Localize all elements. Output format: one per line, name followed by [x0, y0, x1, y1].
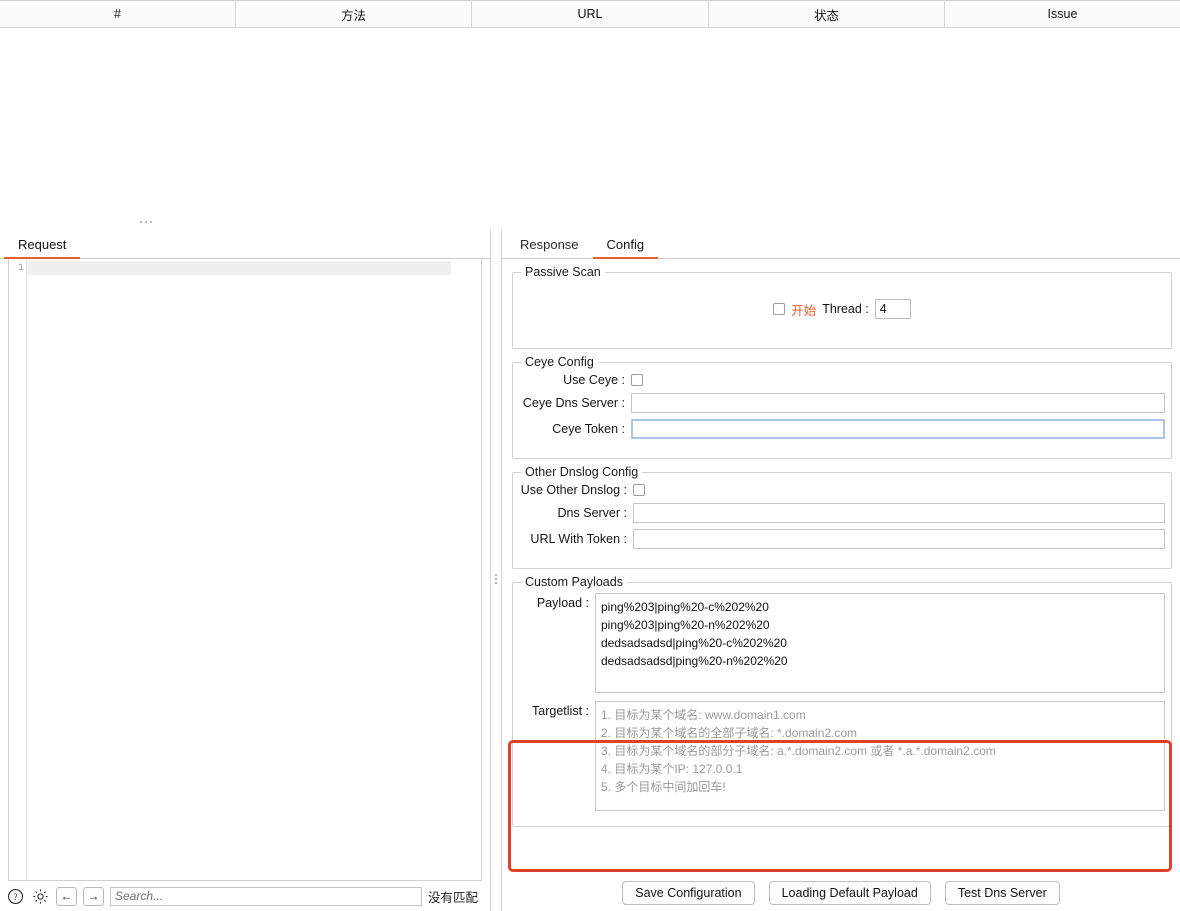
active-line-highlight	[27, 261, 451, 275]
search-prev-button[interactable]: ←	[56, 886, 77, 906]
url-with-token-input[interactable]	[633, 529, 1165, 549]
horizontal-splitter-handle[interactable]	[140, 221, 152, 223]
custom-payloads-legend: Custom Payloads	[525, 575, 623, 589]
main-split-container: Request 1 ? ← → Search... 没有匹配 Response …	[0, 221, 1180, 911]
svg-text:?: ?	[13, 893, 17, 903]
targetlist-row: Targetlist : 1. 目标为某个域名: www.domain1.com…	[519, 701, 1165, 811]
line-number: 1	[17, 262, 24, 274]
dns-server-label: Dns Server :	[557, 506, 627, 520]
request-editor[interactable]: 1	[8, 259, 482, 881]
column-header-status[interactable]: 状态	[709, 1, 945, 27]
config-action-buttons: Save Configuration Loading Default Paylo…	[502, 875, 1180, 911]
use-ceye-checkbox[interactable]	[631, 374, 643, 386]
table-body[interactable]	[0, 28, 1180, 230]
search-next-button[interactable]: →	[83, 886, 104, 906]
other-dnslog-legend: Other Dnslog Config	[525, 465, 639, 479]
thread-label: Thread :	[822, 302, 869, 316]
ceye-dns-server-input[interactable]	[631, 393, 1165, 413]
use-ceye-label: Use Ceye :	[563, 373, 625, 387]
request-bottom-toolbar: ? ← → 没有匹配	[0, 881, 490, 911]
use-other-dnslog-checkbox[interactable]	[633, 484, 645, 496]
loading-default-payload-button[interactable]: Loading Default Payload	[768, 881, 931, 905]
ceye-dns-server-row: Ceye Dns Server :	[519, 393, 1165, 413]
editor-text-area[interactable]	[27, 259, 481, 880]
test-dns-server-button[interactable]: Test Dns Server	[944, 881, 1060, 905]
vertical-splitter-handle[interactable]	[495, 574, 497, 584]
table-header-row: # 方法 URL 状态 Issue	[0, 0, 1180, 28]
search-match-status: 没有匹配	[427, 890, 478, 905]
column-header-index[interactable]: #	[0, 1, 236, 27]
gear-icon[interactable]	[31, 887, 50, 906]
passive-scan-controls: 开始 Thread :	[519, 299, 1165, 319]
ceye-token-label: Ceye Token :	[552, 422, 625, 436]
ceye-dns-server-label: Ceye Dns Server :	[522, 396, 625, 410]
config-form: Passive Scan 开始 Thread : Ceye Config Use…	[502, 259, 1180, 875]
search-input[interactable]	[110, 886, 422, 906]
use-other-dnslog-label: Use Other Dnslog :	[520, 483, 627, 497]
ceye-config-group: Ceye Config Use Ceye : Ceye Dns Server :…	[512, 355, 1172, 459]
column-header-url[interactable]: URL	[472, 1, 709, 27]
ceye-config-legend: Ceye Config	[525, 355, 594, 369]
custom-payloads-group: Custom Payloads Payload : ping%203|ping%…	[512, 575, 1172, 827]
passive-scan-group: Passive Scan 开始 Thread :	[512, 265, 1172, 349]
targetlist-textarea[interactable]: 1. 目标为某个域名: www.domain1.com 2. 目标为某个域名的全…	[595, 701, 1165, 811]
vertical-splitter[interactable]	[490, 229, 502, 911]
editor-line-gutter: 1	[9, 259, 27, 880]
column-header-issue[interactable]: Issue	[945, 1, 1180, 27]
request-pane: Request 1 ? ← → Search... 没有匹配	[0, 221, 490, 911]
payload-row: Payload : ping%203|ping%20-c%202%20 ping…	[519, 593, 1165, 693]
thread-count-input[interactable]	[874, 299, 911, 319]
column-header-method[interactable]: 方法	[236, 1, 472, 27]
ceye-token-row: Ceye Token :	[519, 419, 1165, 439]
use-other-dnslog-row: Use Other Dnslog :	[519, 483, 1165, 497]
help-circle-icon[interactable]: ?	[6, 887, 25, 906]
config-tabbar: Response Config	[502, 229, 1180, 259]
passive-scan-start-checkbox[interactable]	[773, 303, 786, 315]
tab-config[interactable]: Config	[592, 233, 659, 259]
tab-request[interactable]: Request	[4, 233, 81, 259]
targetlist-label: Targetlist :	[532, 704, 589, 718]
ceye-token-input[interactable]	[631, 419, 1165, 439]
passive-scan-legend: Passive Scan	[525, 265, 601, 279]
url-with-token-label: URL With Token :	[530, 532, 627, 546]
tab-response[interactable]: Response	[506, 233, 593, 259]
use-ceye-row: Use Ceye :	[519, 373, 1165, 387]
url-with-token-row: URL With Token :	[519, 529, 1165, 549]
payload-label: Payload :	[536, 596, 589, 610]
dns-server-row: Dns Server :	[519, 503, 1165, 523]
request-tabbar: Request	[0, 221, 490, 259]
payload-textarea[interactable]: ping%203|ping%20-c%202%20 ping%203|ping%…	[595, 593, 1165, 693]
other-dnslog-config-group: Other Dnslog Config Use Other Dnslog : D…	[512, 465, 1172, 569]
results-table: # 方法 URL 状态 Issue	[0, 0, 1180, 230]
passive-scan-start-label: 开始	[791, 303, 817, 318]
save-configuration-button[interactable]: Save Configuration	[622, 881, 755, 905]
config-pane: Response Config Passive Scan 开始 Thread :	[502, 229, 1180, 911]
dns-server-input[interactable]	[633, 503, 1165, 523]
application-window: # 方法 URL 状态 Issue Request 1 ? ← → Search…	[0, 0, 1180, 911]
